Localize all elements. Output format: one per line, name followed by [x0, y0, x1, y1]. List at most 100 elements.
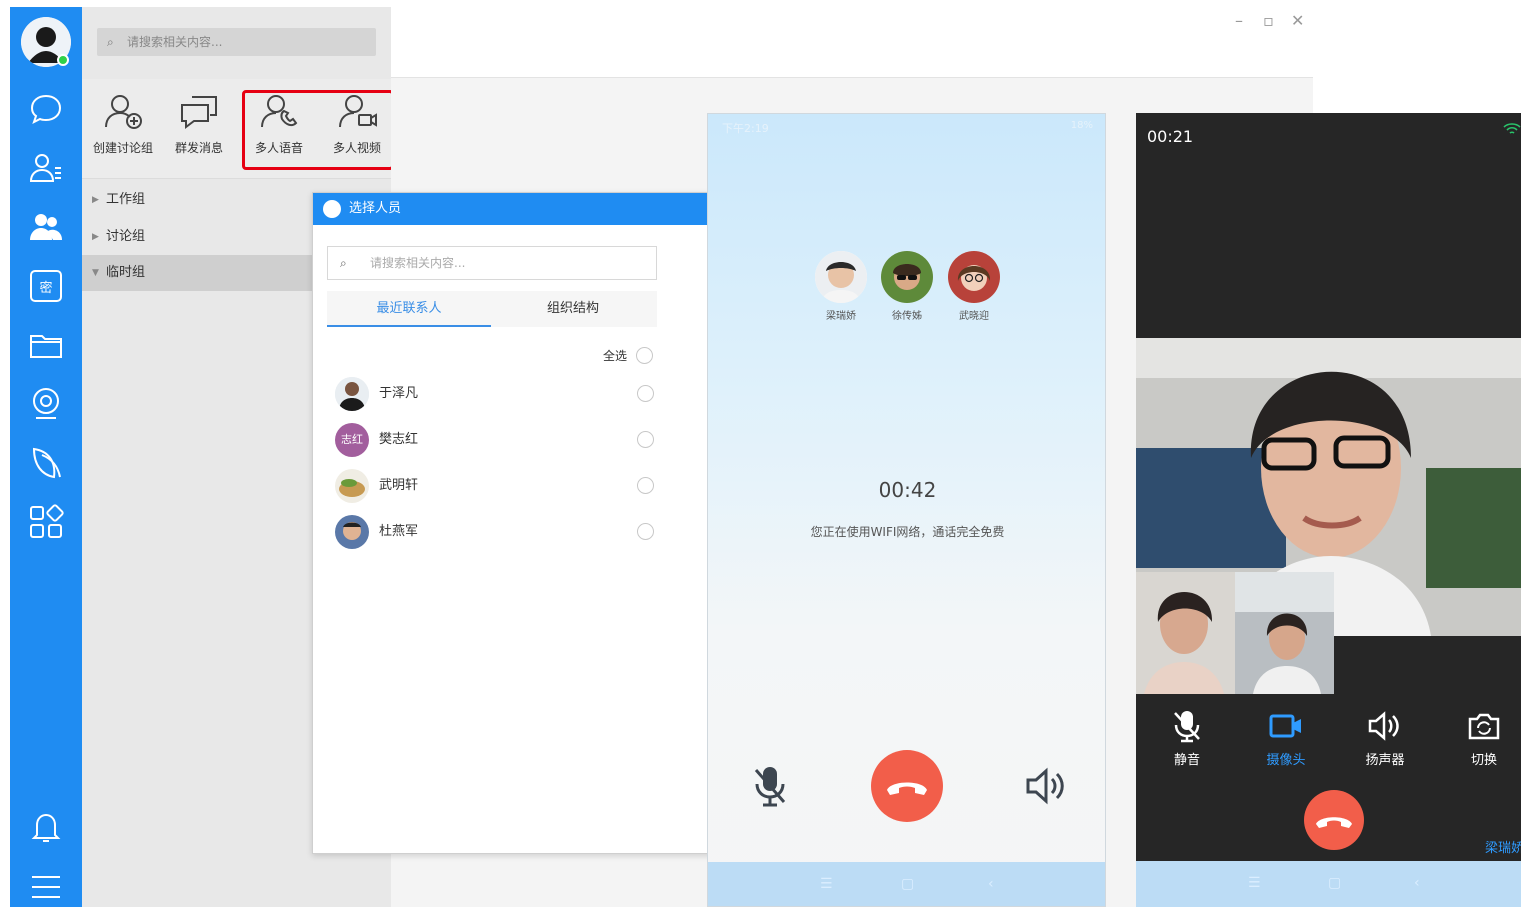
sidebar-notifications[interactable] — [26, 807, 66, 847]
dialog-search-placeholder: 请搜索相关内容... — [370, 256, 466, 270]
speaker-button[interactable] — [1024, 764, 1068, 808]
sidebar-chat[interactable] — [26, 89, 66, 129]
mute-button[interactable] — [750, 764, 790, 808]
maximize-button[interactable]: ▫ — [1263, 11, 1274, 30]
contact-row[interactable]: 于泽凡 — [335, 377, 655, 417]
apps-grid-icon — [30, 504, 64, 538]
nav-home-button[interactable]: ▢ — [1328, 875, 1341, 891]
sidebar-leaf[interactable] — [26, 443, 66, 483]
secret-lock-icon: 密 — [30, 270, 62, 302]
select-all-radio[interactable] — [636, 347, 653, 364]
group-people-icon — [30, 214, 62, 240]
hamburger-menu-icon — [32, 876, 60, 898]
svg-text:密: 密 — [39, 280, 52, 296]
video-frame-icon — [1136, 572, 1235, 694]
dialog-search-input[interactable]: ⌕ 请搜索相关内容... — [327, 246, 657, 280]
status-bar-time: 下午2:19 — [722, 122, 769, 135]
webcam-icon — [33, 388, 59, 419]
contact-row[interactable]: 杜燕军 — [335, 515, 655, 555]
hang-up-button[interactable] — [871, 750, 943, 822]
expand-arrow-icon: ▶ — [92, 195, 99, 205]
participant-name: 梁瑞娇 — [826, 311, 856, 322]
nav-back-button[interactable]: ‹ — [1414, 875, 1420, 891]
video-speaker-button[interactable]: 扬声器 — [1355, 709, 1415, 768]
video-mute-label: 静音 — [1173, 753, 1200, 768]
video-hang-up-button[interactable] — [1304, 790, 1364, 850]
video-speaker-label: 扬声器 — [1365, 753, 1405, 768]
group-message-button[interactable]: 群发消息 — [162, 89, 236, 156]
camera-button[interactable]: 摄像头 — [1256, 709, 1316, 768]
close-button[interactable]: ✕ — [1291, 11, 1304, 30]
expand-arrow-icon: ▶ — [92, 232, 99, 242]
search-icon: ⌕ — [107, 35, 114, 49]
contact-avatar: 志红 — [335, 423, 369, 457]
broadcast-message-icon — [181, 96, 217, 129]
participant-name: 徐传姊 — [892, 311, 922, 322]
group-toolbar: 创建讨论组 群发消息 多人语音 多人视频 — [82, 79, 394, 179]
food-photo-icon — [335, 469, 369, 503]
participant-avatar — [815, 251, 867, 303]
contact-radio[interactable] — [637, 431, 654, 448]
voice-call-screen: 下午2:19 18% 梁瑞娇 徐传姊 武晓迎 00:42 您正在使用WIFI网络… — [707, 113, 1106, 907]
app-logo-icon — [323, 200, 341, 218]
sidebar-contacts[interactable] — [26, 148, 66, 188]
mute-microphone-icon — [754, 767, 786, 807]
nav-back-button[interactable]: ‹ — [988, 876, 994, 892]
tab-organization[interactable]: 组织结构 — [491, 291, 655, 327]
select-people-dialog: 选择人员 ⌕ 请搜索相关内容... 最近联系人 组织结构 全选 于泽凡 志红 樊… — [312, 192, 713, 854]
video-call-screen: 00:21 静音 摄像头 扬声器 切换 梁瑞娇 ☰ ▢ ‹ — [1136, 113, 1521, 907]
call-timer: 00:42 — [878, 478, 937, 502]
contact-row[interactable]: 志红 樊志红 — [335, 423, 655, 463]
participant-avatar — [948, 251, 1000, 303]
video-mute-button[interactable]: 静音 — [1157, 709, 1217, 768]
person-photo-icon — [948, 251, 1000, 303]
camera-label: 摄像头 — [1266, 753, 1306, 768]
call-network-note: 您正在使用WIFI网络，通话完全免费 — [810, 525, 1005, 539]
person-photo-icon — [335, 377, 369, 411]
nav-menu-button[interactable]: ☰ — [820, 876, 833, 892]
sidebar-apps[interactable] — [26, 502, 66, 542]
participant-video-thumb[interactable] — [1136, 572, 1235, 694]
hang-up-phone-icon — [1316, 817, 1352, 828]
participant-video-thumb[interactable] — [1235, 572, 1334, 694]
video-frame-icon — [1235, 572, 1334, 694]
switch-camera-label: 切换 — [1470, 753, 1497, 768]
sidebar-groups[interactable] — [26, 207, 66, 247]
contact-avatar — [335, 515, 369, 549]
panel-search-placeholder: 请搜索相关内容... — [127, 35, 223, 49]
dialog-title: 选择人员 — [349, 201, 402, 216]
nav-menu-button[interactable]: ☰ — [1248, 875, 1261, 891]
group-message-label: 群发消息 — [174, 141, 223, 155]
person-photo-icon — [881, 251, 933, 303]
contact-radio[interactable] — [637, 385, 654, 402]
contact-row[interactable]: 武明轩 — [335, 469, 655, 509]
select-all-label: 全选 — [603, 349, 628, 363]
panel-search-input[interactable]: ⌕ 请搜索相关内容... — [97, 28, 376, 56]
contact-avatar-text: 志红 — [341, 433, 363, 446]
minimize-button[interactable]: – — [1235, 11, 1243, 30]
sidebar-menu[interactable] — [26, 867, 66, 907]
leaf-icon — [32, 447, 61, 479]
android-nav-bar: ☰ ▢ ‹ — [708, 862, 1105, 906]
tab-recent-contacts[interactable]: 最近联系人 — [327, 291, 491, 327]
dialog-tabs: 最近联系人 组织结构 — [327, 291, 657, 327]
switch-camera-button[interactable]: 切换 — [1454, 709, 1514, 768]
sidebar-camera[interactable] — [26, 384, 66, 424]
video-camera-icon — [1269, 714, 1301, 738]
contacts-icon — [29, 154, 61, 182]
screenshot-stage: 密 ⌕ 请搜索相关内容... 创建讨论组 群发消息 多人语音 多人视频 ▶ 工作… — [0, 0, 1521, 907]
person-photo-icon — [815, 251, 867, 303]
bell-icon — [31, 813, 61, 842]
wifi-icon — [1503, 123, 1521, 134]
contact-radio[interactable] — [637, 523, 654, 540]
speaker-icon — [1368, 711, 1399, 741]
status-bar-battery: 18% — [1070, 120, 1093, 131]
sidebar-secure[interactable]: 密 — [26, 266, 66, 306]
tree-item-label: 临时组 — [106, 265, 146, 280]
create-discussion-button[interactable]: 创建讨论组 — [86, 89, 160, 156]
contact-radio[interactable] — [637, 477, 654, 494]
sidebar-files[interactable] — [26, 325, 66, 365]
nav-home-button[interactable]: ▢ — [901, 876, 914, 892]
speaker-icon — [1026, 767, 1064, 805]
participant-avatar — [881, 251, 933, 303]
